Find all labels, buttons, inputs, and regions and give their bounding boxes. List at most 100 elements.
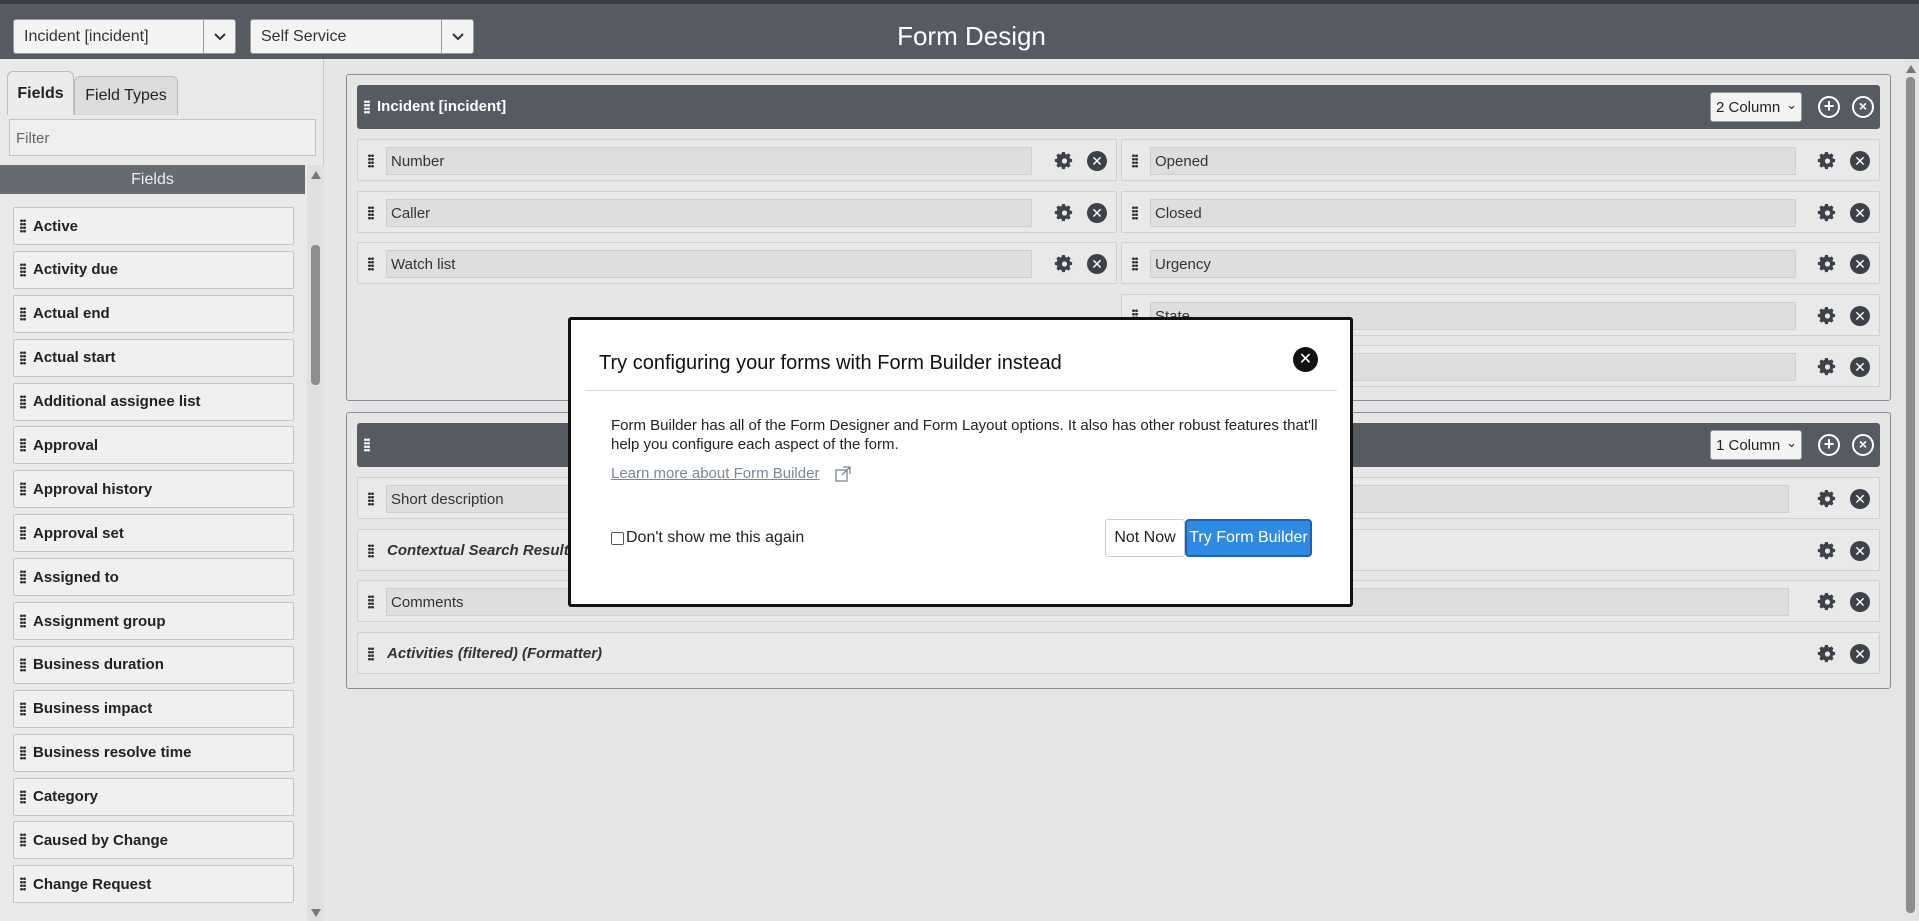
drag-handle-icon[interactable] [368, 646, 374, 661]
drag-handle-icon[interactable] [20, 614, 26, 629]
gear-icon[interactable] [1817, 489, 1837, 509]
field-list-item[interactable]: Approval set [13, 514, 294, 553]
field-list-item[interactable]: Change Request [13, 865, 294, 904]
drag-handle-icon[interactable] [20, 438, 26, 453]
field-list-item[interactable]: Activity due [13, 250, 294, 289]
field-list-item[interactable]: Approval [13, 426, 294, 465]
scrollbar-thumb[interactable] [1906, 77, 1915, 913]
drag-handle-icon[interactable] [20, 745, 26, 760]
filter-input[interactable]: Filter [9, 119, 316, 156]
drag-handle-icon[interactable] [1132, 154, 1138, 168]
field-list-item[interactable]: Approval history [13, 470, 294, 509]
form-field-row[interactable]: Activities (filtered) (Formatter) ✕ [357, 631, 1880, 674]
gear-icon[interactable] [1817, 151, 1837, 171]
gear-icon[interactable] [1817, 203, 1837, 223]
drag-handle-icon[interactable] [20, 833, 26, 848]
scroll-up-icon[interactable] [311, 171, 321, 179]
drag-handle-icon[interactable] [368, 257, 374, 271]
field-list-item[interactable]: Category [13, 777, 294, 816]
drag-handle-icon[interactable] [20, 789, 26, 804]
column-select[interactable]: 2 Column ⌄ [1710, 92, 1802, 122]
drag-handle-icon[interactable] [368, 492, 374, 506]
gear-icon[interactable] [1817, 254, 1837, 274]
close-circle-icon[interactable]: × [1852, 96, 1874, 118]
form-field-row[interactable]: Watch list ✕ [357, 242, 1117, 284]
plus-circle-icon[interactable]: + [1818, 434, 1840, 456]
drag-handle-icon[interactable] [368, 205, 374, 220]
close-circle-icon[interactable]: ✕ [1850, 254, 1870, 274]
close-circle-icon[interactable]: ✕ [1850, 357, 1870, 377]
field-list-item[interactable]: Assignment group [13, 602, 294, 641]
drag-handle-icon[interactable] [20, 570, 26, 585]
field-list-item[interactable]: Actual start [13, 338, 294, 377]
gear-icon[interactable] [1054, 254, 1074, 274]
not-now-button[interactable]: Not Now [1105, 519, 1185, 557]
tab-field-types[interactable]: Field Types [74, 76, 178, 115]
form-field-row[interactable]: Number ✕ [357, 139, 1117, 181]
field-list-item[interactable]: Business impact [13, 689, 294, 728]
drag-handle-icon[interactable] [20, 350, 26, 365]
close-circle-icon[interactable]: ✕ [1850, 489, 1870, 509]
form-field-row[interactable]: Caller ✕ [357, 190, 1117, 233]
gear-icon[interactable] [1817, 306, 1837, 326]
field-list-item[interactable]: Business duration [13, 645, 294, 684]
gear-icon[interactable] [1817, 644, 1837, 664]
field-list-item[interactable]: Active [13, 207, 294, 245]
field-list-item[interactable]: Business resolve time [13, 733, 294, 772]
form-field-row[interactable]: Urgency ✕ [1121, 242, 1880, 284]
drag-handle-icon[interactable] [1132, 205, 1138, 220]
drag-handle-icon[interactable] [20, 657, 26, 672]
scroll-down-icon[interactable] [311, 909, 321, 917]
drag-handle-icon[interactable] [368, 543, 374, 558]
scroll-up-icon[interactable] [1906, 65, 1916, 73]
gear-icon[interactable] [1817, 592, 1837, 612]
drag-handle-icon[interactable] [20, 219, 26, 233]
gear-icon[interactable] [1817, 541, 1837, 561]
learn-more-link[interactable]: Learn more about Form Builder [611, 465, 819, 482]
column-select[interactable]: 1 Column ⌄ [1710, 430, 1802, 460]
drag-handle-icon[interactable] [1132, 257, 1138, 271]
gear-icon[interactable] [1817, 357, 1837, 377]
close-circle-icon[interactable]: ✕ [1850, 151, 1870, 171]
left-scrollbar[interactable] [307, 165, 324, 921]
close-circle-icon[interactable]: ✕ [1087, 254, 1107, 274]
drag-handle-icon[interactable] [20, 394, 26, 409]
drag-handle-icon[interactable] [364, 100, 370, 114]
close-circle-icon[interactable]: ✕ [1850, 305, 1870, 326]
close-circle-icon[interactable]: ✕ [1087, 151, 1107, 171]
close-circle-icon[interactable]: ✕ [1850, 643, 1870, 664]
scrollbar-thumb[interactable] [311, 245, 320, 385]
gear-icon[interactable] [1054, 151, 1074, 171]
drag-handle-icon[interactable] [20, 262, 26, 277]
field-list-item[interactable]: Assigned to [13, 558, 294, 597]
close-circle-icon[interactable]: ✕ [1850, 202, 1870, 223]
close-circle-icon[interactable]: × [1852, 434, 1874, 456]
dont-show-checkbox-row[interactable]: Don't show me this again [611, 529, 804, 547]
plus-circle-icon[interactable]: + [1818, 96, 1840, 118]
form-field-row[interactable]: Closed ✕ [1121, 190, 1880, 233]
drag-handle-icon[interactable] [20, 306, 26, 321]
field-list-item[interactable]: Caused by Change [13, 821, 294, 860]
header-bar: Incident [incident] Self Service Form De… [0, 0, 1919, 59]
close-icon[interactable]: ✕ [1293, 347, 1318, 372]
drag-handle-icon[interactable] [20, 482, 26, 497]
close-circle-icon[interactable]: ✕ [1850, 540, 1870, 561]
section-header[interactable]: Incident [incident] 2 Column ⌄ + × [357, 85, 1880, 129]
external-link-icon[interactable] [835, 466, 851, 482]
gear-icon[interactable] [1054, 203, 1074, 223]
close-circle-icon[interactable]: ✕ [1850, 592, 1870, 612]
form-field-row[interactable]: Opened ✕ [1121, 139, 1880, 181]
drag-handle-icon[interactable] [20, 701, 26, 716]
drag-handle-icon[interactable] [364, 438, 370, 452]
try-form-builder-button[interactable]: Try Form Builder [1185, 519, 1312, 557]
drag-handle-icon[interactable] [20, 877, 26, 892]
drag-handle-icon[interactable] [368, 595, 374, 609]
field-list-item[interactable]: Additional assignee list [13, 382, 294, 421]
tab-fields[interactable]: Fields [7, 71, 74, 115]
dont-show-checkbox[interactable] [611, 531, 624, 545]
main-scrollbar[interactable] [1902, 59, 1919, 921]
close-circle-icon[interactable]: ✕ [1087, 202, 1107, 223]
drag-handle-icon[interactable] [20, 526, 26, 541]
drag-handle-icon[interactable] [368, 154, 374, 168]
field-list-item[interactable]: Actual end [13, 294, 294, 333]
